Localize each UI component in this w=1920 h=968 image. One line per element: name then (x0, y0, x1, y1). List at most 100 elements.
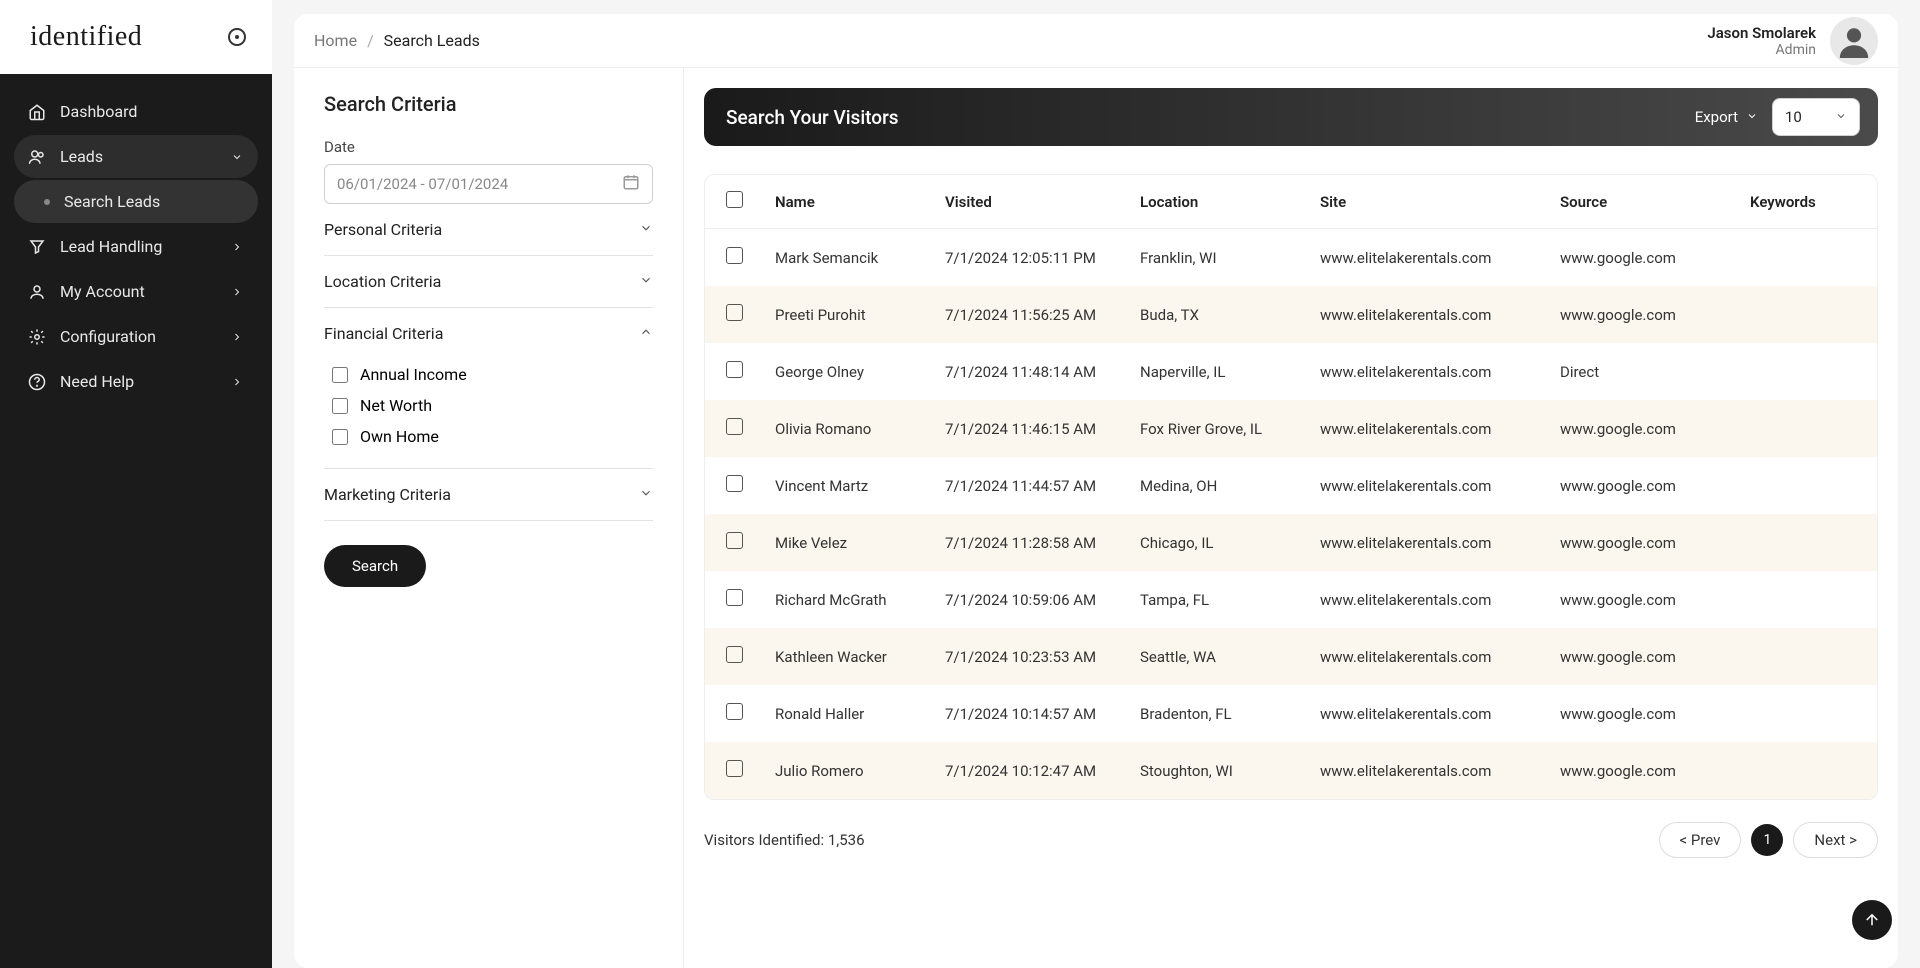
row-checkbox[interactable] (726, 304, 743, 321)
col-location[interactable]: Location (1128, 175, 1308, 229)
cell-source: www.google.com (1548, 400, 1738, 457)
export-button[interactable]: Export (1695, 108, 1758, 126)
collapse-sidebar-icon[interactable] (228, 28, 246, 46)
checkbox-net-worth[interactable]: Net Worth (332, 390, 653, 421)
calendar-icon (622, 173, 640, 195)
cell-site: www.elitelakerentals.com (1308, 685, 1548, 742)
search-button[interactable]: Search (324, 545, 426, 587)
results-panel: Search Your Visitors Export 10 (684, 68, 1898, 968)
chevron-right-icon (230, 240, 244, 254)
sidebar-item-dashboard[interactable]: Dashboard (14, 90, 258, 133)
pagination: < Prev 1 Next > (1659, 822, 1878, 858)
table-row[interactable]: Mike Velez 7/1/2024 11:28:58 AM Chicago,… (705, 514, 1877, 571)
table-header-row: Name Visited Location Site Source Keywor… (705, 175, 1877, 229)
col-source[interactable]: Source (1548, 175, 1738, 229)
col-name[interactable]: Name (763, 175, 933, 229)
cell-location: Naperville, IL (1128, 343, 1308, 400)
table-row[interactable]: Olivia Romano 7/1/2024 11:46:15 AM Fox R… (705, 400, 1877, 457)
cell-site: www.elitelakerentals.com (1308, 229, 1548, 287)
breadcrumb-home[interactable]: Home (314, 31, 357, 50)
cell-source: www.google.com (1548, 229, 1738, 287)
checkbox-input[interactable] (332, 398, 348, 414)
cell-visited: 7/1/2024 11:48:14 AM (933, 343, 1128, 400)
accordion-header-financial[interactable]: Financial Criteria (324, 308, 653, 359)
cell-location: Chicago, IL (1128, 514, 1308, 571)
results-controls: Export 10 (1695, 98, 1860, 136)
row-checkbox[interactable] (726, 361, 743, 378)
table-row[interactable]: George Olney 7/1/2024 11:48:14 AM Naperv… (705, 343, 1877, 400)
scroll-top-button[interactable] (1852, 900, 1892, 940)
sidebar-item-label: Leads (60, 147, 230, 166)
accordion-header-marketing[interactable]: Marketing Criteria (324, 469, 653, 520)
row-checkbox[interactable] (726, 475, 743, 492)
sidebar-item-label: Dashboard (60, 102, 244, 121)
table-row[interactable]: Julio Romero 7/1/2024 10:12:47 AM Stough… (705, 742, 1877, 799)
sidebar-item-label: My Account (60, 282, 230, 301)
row-checkbox[interactable] (726, 760, 743, 777)
criteria-panel: Search Criteria Date 06/01/2024 - 07/01/… (294, 68, 684, 968)
cell-name: Julio Romero (763, 742, 933, 799)
row-checkbox[interactable] (726, 247, 743, 264)
table-row[interactable]: Vincent Martz 7/1/2024 11:44:57 AM Medin… (705, 457, 1877, 514)
main: Home / Search Leads Jason Smolarek Admin… (272, 0, 1920, 968)
accordion-financial: Financial Criteria Annual Income Net Wor… (324, 308, 653, 469)
accordion-label: Personal Criteria (324, 220, 442, 239)
checkbox-own-home[interactable]: Own Home (332, 421, 653, 452)
cell-name: Kathleen Wacker (763, 628, 933, 685)
cell-site: www.elitelakerentals.com (1308, 343, 1548, 400)
brand-logo: identified (30, 21, 142, 53)
cell-keywords (1738, 457, 1877, 514)
checkbox-input[interactable] (332, 429, 348, 445)
select-all-checkbox[interactable] (726, 191, 743, 208)
sidebar-item-leads[interactable]: Leads (14, 135, 258, 178)
table-row[interactable]: Mark Semancik 7/1/2024 12:05:11 PM Frank… (705, 229, 1877, 287)
cell-keywords (1738, 742, 1877, 799)
accordion-header-location[interactable]: Location Criteria (324, 256, 653, 307)
checkbox-annual-income[interactable]: Annual Income (332, 359, 653, 390)
sidebar-item-configuration[interactable]: Configuration (14, 315, 258, 358)
user-role: Admin (1707, 42, 1816, 58)
sidebar-item-my-account[interactable]: My Account (14, 270, 258, 313)
page-size-select[interactable]: 10 (1772, 98, 1860, 136)
chevron-right-icon (230, 285, 244, 299)
cell-source: Direct (1548, 343, 1738, 400)
cell-visited: 7/1/2024 12:05:11 PM (933, 229, 1128, 287)
sidebar-item-lead-handling[interactable]: Lead Handling (14, 225, 258, 268)
prev-button[interactable]: < Prev (1659, 822, 1742, 858)
checkbox-label: Own Home (360, 427, 439, 446)
col-keywords[interactable]: Keywords (1738, 175, 1877, 229)
breadcrumb-current: Search Leads (384, 31, 480, 50)
date-range-input[interactable]: 06/01/2024 - 07/01/2024 (324, 164, 653, 204)
cell-location: Tampa, FL (1128, 571, 1308, 628)
sidebar-nav: Dashboard Leads Search Leads Lead Handli… (0, 74, 272, 968)
cell-source: www.google.com (1548, 286, 1738, 343)
criteria-title: Search Criteria (324, 92, 653, 116)
user-block[interactable]: Jason Smolarek Admin (1707, 17, 1878, 65)
table-row[interactable]: Preeti Purohit 7/1/2024 11:56:25 AM Buda… (705, 286, 1877, 343)
filter-icon (28, 238, 46, 256)
table-row[interactable]: Kathleen Wacker 7/1/2024 10:23:53 AM Sea… (705, 628, 1877, 685)
sidebar-item-need-help[interactable]: Need Help (14, 360, 258, 403)
row-checkbox[interactable] (726, 703, 743, 720)
row-checkbox[interactable] (726, 418, 743, 435)
row-checkbox[interactable] (726, 532, 743, 549)
col-visited[interactable]: Visited (933, 175, 1128, 229)
topbar: Home / Search Leads Jason Smolarek Admin (294, 14, 1898, 68)
row-checkbox[interactable] (726, 646, 743, 663)
avatar[interactable] (1830, 17, 1878, 65)
accordion-header-personal[interactable]: Personal Criteria (324, 204, 653, 255)
table-row[interactable]: Richard McGrath 7/1/2024 10:59:06 AM Tam… (705, 571, 1877, 628)
date-value: 06/01/2024 - 07/01/2024 (337, 175, 508, 193)
next-button[interactable]: Next > (1793, 822, 1878, 858)
col-site[interactable]: Site (1308, 175, 1548, 229)
cell-keywords (1738, 514, 1877, 571)
cell-name: George Olney (763, 343, 933, 400)
sidebar-item-search-leads[interactable]: Search Leads (14, 180, 258, 223)
page-number[interactable]: 1 (1751, 824, 1783, 856)
checkbox-input[interactable] (332, 367, 348, 383)
cell-location: Fox River Grove, IL (1128, 400, 1308, 457)
accordion-body-financial: Annual Income Net Worth Own Home (324, 359, 653, 468)
table-row[interactable]: Ronald Haller 7/1/2024 10:14:57 AM Brade… (705, 685, 1877, 742)
row-checkbox[interactable] (726, 589, 743, 606)
sidebar-item-label: Need Help (60, 372, 230, 391)
